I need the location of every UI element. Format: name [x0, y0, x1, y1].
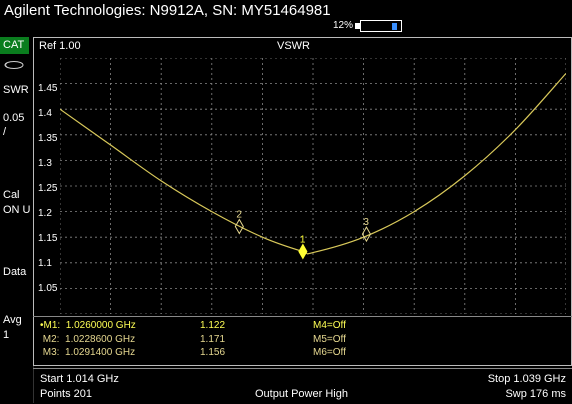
sidebar-item-cal-status: ON U: [3, 204, 31, 216]
y-tick-label: 1.3: [38, 158, 52, 169]
y-tick-label: 1.1: [38, 258, 52, 269]
mode-cat-badge[interactable]: CAT: [0, 37, 29, 54]
points-count[interactable]: Points 201: [40, 388, 92, 400]
grid: [60, 58, 566, 314]
instrument-title: Agilent Technologies: N9912A, SN: MY5146…: [4, 2, 331, 19]
marker-freq: 1.0228600 GHz: [65, 334, 136, 345]
sidebar-item-scale[interactable]: 0.05: [3, 112, 24, 124]
vswr-graph[interactable]: 1 2 3: [60, 58, 566, 314]
marker-label-1: 1: [300, 235, 306, 246]
marker-freq: 1.0260000 GHz: [65, 320, 136, 331]
trace-format-label: VSWR: [277, 40, 310, 52]
sidebar-item-swr[interactable]: SWR: [3, 84, 29, 96]
marker-value: 1.171: [200, 334, 226, 345]
marker-row-m3[interactable]: M3: 1.0291400 GHz: [40, 347, 135, 358]
battery-fill: [392, 23, 397, 30]
y-tick-label: 1.35: [38, 133, 58, 144]
marker-freq: 1.0291400 GHz: [65, 347, 136, 358]
ref-level-label: Ref 1.00: [39, 40, 81, 52]
sidebar-item-avg-count: 1: [3, 329, 10, 341]
marker-name: M2:: [42, 334, 60, 345]
y-tick-label: 1.2: [38, 208, 52, 219]
marker-m4-status: M4=Off: [313, 320, 346, 331]
marker-name: M1:: [43, 320, 61, 331]
start-frequency[interactable]: Start 1.014 GHz: [40, 373, 119, 385]
output-power[interactable]: Output Power High: [255, 388, 348, 400]
title-bar: Agilent Technologies: N9912A, SN: MY5146…: [0, 0, 572, 37]
marker-m5-status: M5=Off: [313, 334, 346, 345]
y-tick-label: 1.05: [38, 283, 58, 294]
marker-label-2: 2: [236, 209, 242, 220]
battery-percent: 12%: [333, 20, 354, 31]
y-tick-label: 1.15: [38, 233, 58, 244]
sidebar-item-data[interactable]: Data: [3, 266, 26, 278]
marker-row-m1[interactable]: •M1: 1.0260000 GHz: [40, 320, 136, 331]
marker-m6-status: M6=Off: [313, 347, 346, 358]
marker-value: 1.122: [200, 320, 226, 331]
y-tick-label: 1.4: [38, 108, 52, 119]
marker-label-3: 3: [363, 217, 369, 228]
sidebar-item-div: /: [3, 126, 7, 138]
sidebar-item-avg[interactable]: Avg: [3, 314, 22, 326]
marker-diamond-1: [298, 243, 308, 260]
marker-name: M3:: [42, 347, 60, 358]
y-tick-label: 1.45: [38, 83, 58, 94]
marker-row-m2[interactable]: M2: 1.0228600 GHz: [40, 334, 135, 345]
sidebar-item-cal[interactable]: Cal: [3, 189, 20, 201]
marker-value: 1.156: [200, 347, 226, 358]
stop-frequency[interactable]: Stop 1.039 GHz: [488, 373, 566, 385]
battery-icon: [360, 20, 402, 32]
rotate-icon: [4, 61, 24, 69]
y-tick-label: 1.25: [38, 183, 58, 194]
sweep-time[interactable]: Swp 176 ms: [505, 388, 566, 400]
